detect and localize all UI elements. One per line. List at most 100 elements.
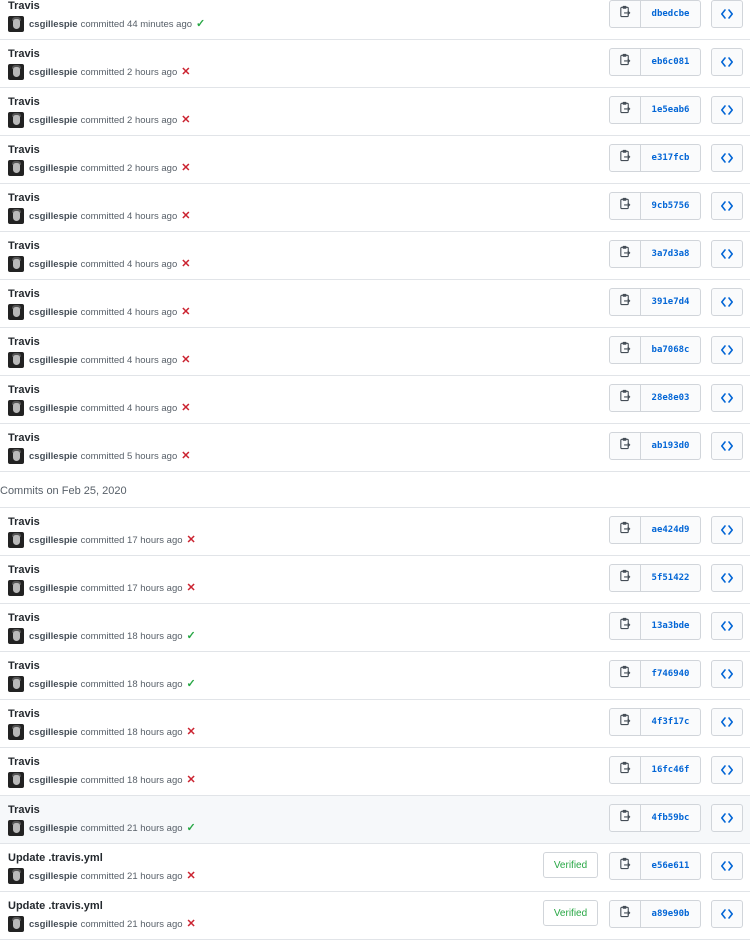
avatar[interactable] <box>8 532 24 548</box>
commit-title-link[interactable]: Update .travis.yml <box>8 852 103 864</box>
copy-sha-button[interactable] <box>610 337 641 363</box>
commit-author-link[interactable]: csgillespie <box>29 403 78 414</box>
avatar[interactable] <box>8 580 24 596</box>
commit-author-link[interactable]: csgillespie <box>29 631 78 642</box>
x-icon[interactable]: ✕ <box>181 450 190 462</box>
copy-sha-button[interactable] <box>610 901 641 927</box>
browse-repo-button[interactable] <box>711 516 743 544</box>
commit-author-link[interactable]: csgillespie <box>29 871 78 882</box>
copy-sha-button[interactable] <box>610 661 641 687</box>
x-icon[interactable]: ✕ <box>187 582 196 594</box>
commit-author-link[interactable]: csgillespie <box>29 67 78 78</box>
copy-sha-button[interactable] <box>610 433 641 459</box>
copy-sha-button[interactable] <box>610 97 641 123</box>
avatar[interactable] <box>8 160 24 176</box>
commit-sha-link[interactable]: 5f51422 <box>641 565 700 591</box>
commit-title-link[interactable]: Travis <box>8 144 40 156</box>
browse-repo-button[interactable] <box>711 96 743 124</box>
commit-sha-link[interactable]: a89e90b <box>641 901 700 927</box>
x-icon[interactable]: ✕ <box>187 534 196 546</box>
copy-sha-button[interactable] <box>610 289 641 315</box>
x-icon[interactable]: ✕ <box>181 114 190 126</box>
browse-repo-button[interactable] <box>711 288 743 316</box>
commit-title-link[interactable]: Travis <box>8 564 40 576</box>
commit-title-link[interactable]: Travis <box>8 288 40 300</box>
x-icon[interactable]: ✕ <box>187 918 196 930</box>
browse-repo-button[interactable] <box>711 0 743 28</box>
avatar[interactable] <box>8 64 24 80</box>
commit-author-link[interactable]: csgillespie <box>29 259 78 270</box>
commit-title-link[interactable]: Travis <box>8 192 40 204</box>
commit-title-link[interactable]: Travis <box>8 612 40 624</box>
avatar[interactable] <box>8 820 24 836</box>
commit-sha-link[interactable]: dbedcbe <box>641 1 700 27</box>
copy-sha-button[interactable] <box>610 241 641 267</box>
copy-sha-button[interactable] <box>610 757 641 783</box>
copy-sha-button[interactable] <box>610 805 641 831</box>
commit-sha-link[interactable]: 13a3bde <box>641 613 700 639</box>
commit-author-link[interactable]: csgillespie <box>29 727 78 738</box>
browse-repo-button[interactable] <box>711 612 743 640</box>
x-icon[interactable]: ✕ <box>181 258 190 270</box>
avatar[interactable] <box>8 868 24 884</box>
copy-sha-button[interactable] <box>610 385 641 411</box>
commit-title-link[interactable]: Travis <box>8 384 40 396</box>
x-icon[interactable]: ✕ <box>181 210 190 222</box>
x-icon[interactable]: ✕ <box>181 354 190 366</box>
browse-repo-button[interactable] <box>711 900 743 928</box>
avatar[interactable] <box>8 628 24 644</box>
x-icon[interactable]: ✕ <box>181 402 190 414</box>
copy-sha-button[interactable] <box>610 565 641 591</box>
copy-sha-button[interactable] <box>610 145 641 171</box>
commit-author-link[interactable]: csgillespie <box>29 19 78 30</box>
copy-sha-button[interactable] <box>610 49 641 75</box>
copy-sha-button[interactable] <box>610 709 641 735</box>
commit-sha-link[interactable]: f746940 <box>641 661 700 687</box>
x-icon[interactable]: ✕ <box>187 774 196 786</box>
x-icon[interactable]: ✕ <box>181 66 190 78</box>
browse-repo-button[interactable] <box>711 192 743 220</box>
commit-sha-link[interactable]: e56e611 <box>641 853 700 879</box>
browse-repo-button[interactable] <box>711 708 743 736</box>
x-icon[interactable]: ✕ <box>181 306 190 318</box>
commit-author-link[interactable]: csgillespie <box>29 919 78 930</box>
commit-author-link[interactable]: csgillespie <box>29 583 78 594</box>
x-icon[interactable]: ✕ <box>187 870 196 882</box>
avatar[interactable] <box>8 16 24 32</box>
commit-author-link[interactable]: csgillespie <box>29 355 78 366</box>
copy-sha-button[interactable] <box>610 1 641 27</box>
browse-repo-button[interactable] <box>711 144 743 172</box>
x-icon[interactable]: ✕ <box>181 162 190 174</box>
copy-sha-button[interactable] <box>610 193 641 219</box>
commit-author-link[interactable]: csgillespie <box>29 451 78 462</box>
avatar[interactable] <box>8 256 24 272</box>
commit-title-link[interactable]: Travis <box>8 708 40 720</box>
commit-title-link[interactable]: Travis <box>8 48 40 60</box>
commit-sha-link[interactable]: ab193d0 <box>641 433 700 459</box>
commit-title-link[interactable]: Travis <box>8 804 40 816</box>
x-icon[interactable]: ✕ <box>187 726 196 738</box>
avatar[interactable] <box>8 352 24 368</box>
commit-sha-link[interactable]: eb6c081 <box>641 49 700 75</box>
check-icon[interactable]: ✓ <box>187 678 196 690</box>
browse-repo-button[interactable] <box>711 336 743 364</box>
commit-author-link[interactable]: csgillespie <box>29 163 78 174</box>
avatar[interactable] <box>8 676 24 692</box>
copy-sha-button[interactable] <box>610 613 641 639</box>
verified-badge[interactable]: Verified <box>543 852 598 878</box>
commit-author-link[interactable]: csgillespie <box>29 775 78 786</box>
commit-title-link[interactable]: Travis <box>8 660 40 672</box>
commit-author-link[interactable]: csgillespie <box>29 211 78 222</box>
commit-title-link[interactable]: Travis <box>8 96 40 108</box>
avatar[interactable] <box>8 112 24 128</box>
commit-title-link[interactable]: Travis <box>8 432 40 444</box>
commit-author-link[interactable]: csgillespie <box>29 679 78 690</box>
commit-sha-link[interactable]: ba7068c <box>641 337 700 363</box>
browse-repo-button[interactable] <box>711 240 743 268</box>
browse-repo-button[interactable] <box>711 432 743 460</box>
commit-title-link[interactable]: Travis <box>8 336 40 348</box>
copy-sha-button[interactable] <box>610 517 641 543</box>
commit-author-link[interactable]: csgillespie <box>29 307 78 318</box>
check-icon[interactable]: ✓ <box>196 18 205 30</box>
commit-author-link[interactable]: csgillespie <box>29 823 78 834</box>
